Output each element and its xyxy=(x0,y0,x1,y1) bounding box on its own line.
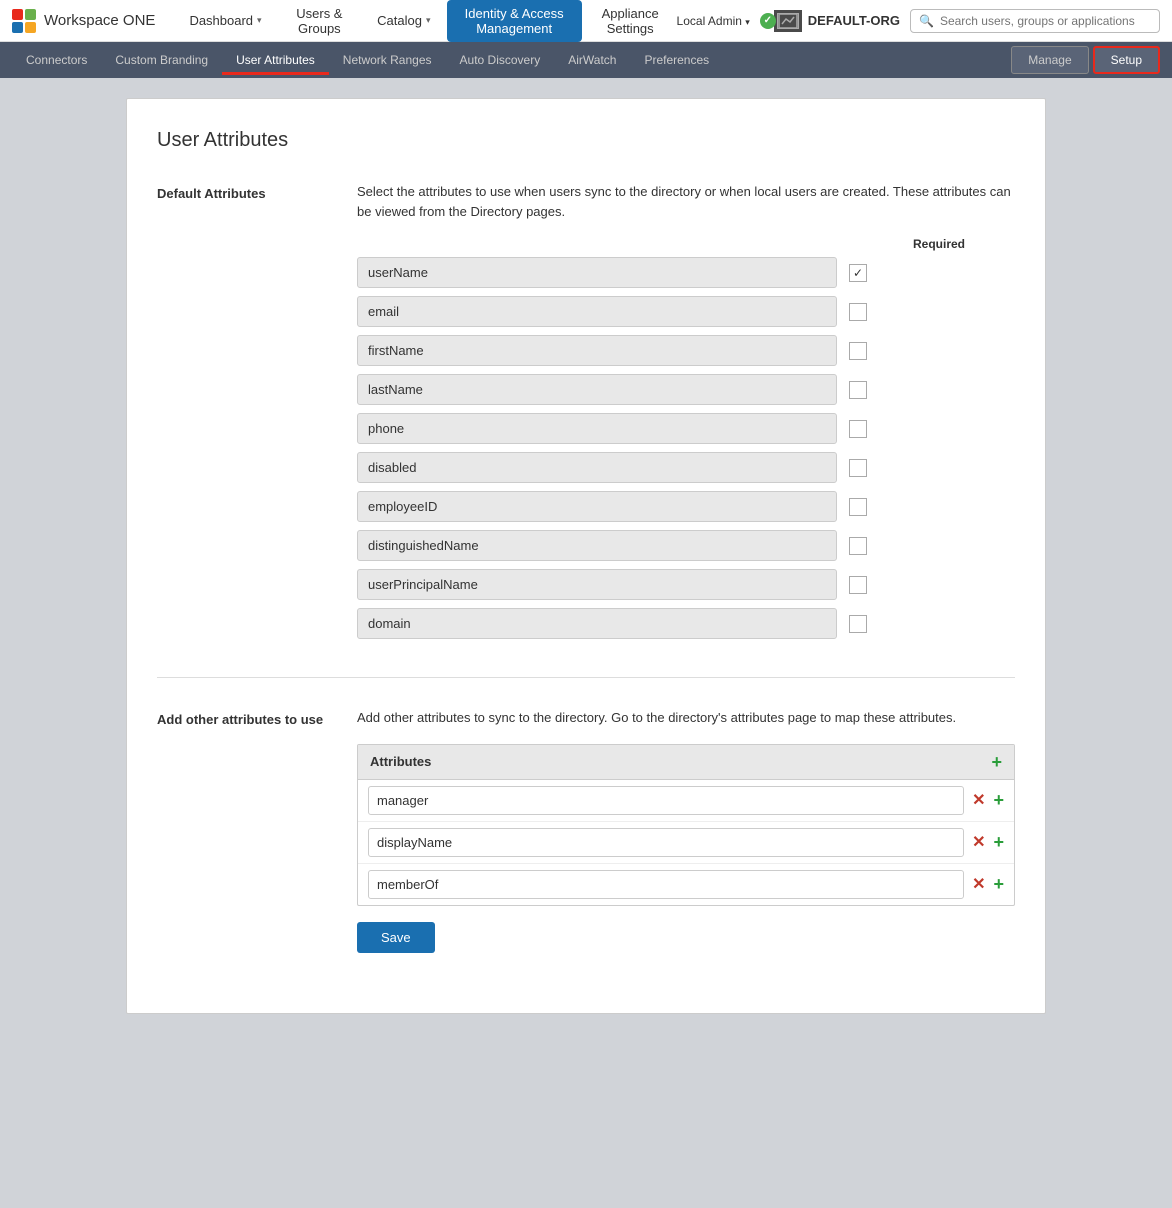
logo-sq-green xyxy=(25,9,36,20)
nav-catalog[interactable]: Catalog ▾ xyxy=(363,7,444,34)
attr-checkbox-disabled[interactable] xyxy=(849,459,867,477)
subnav-connectors[interactable]: Connectors xyxy=(12,45,101,75)
add-after-memberof-button[interactable]: + xyxy=(993,875,1004,893)
attr-input-firstname[interactable] xyxy=(357,335,837,366)
add-attributes-content: Add other attributes to sync to the dire… xyxy=(357,708,1015,953)
attr-checkbox-email[interactable] xyxy=(849,303,867,321)
attr-row-domain xyxy=(357,608,1015,639)
content-card: User Attributes Default Attributes Selec… xyxy=(126,98,1046,1014)
attr-row-phone xyxy=(357,413,1015,444)
attr-row-firstname xyxy=(357,335,1015,366)
default-attributes-desc: Select the attributes to use when users … xyxy=(357,182,1015,221)
attr-input-phone[interactable] xyxy=(357,413,837,444)
nav-appliance[interactable]: Appliance Settings xyxy=(584,0,677,42)
subnav-preferences[interactable]: Preferences xyxy=(630,45,723,75)
add-attributes-table: Attributes + ✕ + ✕ + xyxy=(357,744,1015,906)
add-attributes-desc: Add other attributes to sync to the dire… xyxy=(357,708,1015,728)
org-checkmark-icon: ✓ xyxy=(760,13,776,29)
required-header: Required xyxy=(913,237,965,251)
attr-row-disabled xyxy=(357,452,1015,483)
search-icon: 🔍 xyxy=(919,14,934,28)
default-attributes-content: Select the attributes to use when users … xyxy=(357,182,1015,647)
attr-checkbox-employeeid[interactable] xyxy=(849,498,867,516)
manage-button[interactable]: Manage xyxy=(1011,46,1088,74)
attr-input-email[interactable] xyxy=(357,296,837,327)
dashboard-arrow: ▾ xyxy=(257,15,262,26)
delete-manager-button[interactable]: ✕ xyxy=(972,790,985,810)
logo-sq-yellow xyxy=(25,22,36,33)
attr-row-distinguishedname xyxy=(357,530,1015,561)
default-attributes-section: Default Attributes Select the attributes… xyxy=(157,182,1015,647)
attr-row-username xyxy=(357,257,1015,288)
attr-header: Required xyxy=(357,237,1015,251)
nav-dashboard[interactable]: Dashboard ▾ xyxy=(175,7,275,34)
subnav-auto-discovery[interactable]: Auto Discovery xyxy=(446,45,555,75)
admin-arrow: ▾ xyxy=(745,17,750,27)
attr-input-distinguishedname[interactable] xyxy=(357,530,837,561)
attr-checkbox-firstname[interactable] xyxy=(849,342,867,360)
attr-input-disabled[interactable] xyxy=(357,452,837,483)
page-title: User Attributes xyxy=(157,129,1015,152)
attr-row-email xyxy=(357,296,1015,327)
attr-checkbox-phone[interactable] xyxy=(849,420,867,438)
add-attr-table-header: Attributes + xyxy=(358,745,1014,780)
add-attr-input-manager[interactable] xyxy=(368,786,964,815)
main-nav: Dashboard ▾ Users & Groups Catalog ▾ Ide… xyxy=(175,0,676,42)
attr-input-username[interactable] xyxy=(357,257,837,288)
add-attribute-header-button[interactable]: + xyxy=(991,753,1002,771)
add-attr-input-memberof[interactable] xyxy=(368,870,964,899)
attr-input-domain[interactable] xyxy=(357,608,837,639)
attributes-column-label: Attributes xyxy=(370,754,431,769)
admin-link[interactable]: Local Admin ▾ xyxy=(677,14,750,28)
delete-memberof-button[interactable]: ✕ xyxy=(972,874,985,894)
logo-icon xyxy=(12,9,36,33)
default-attributes-label: Default Attributes xyxy=(157,182,327,647)
nav-identity-access[interactable]: Identity & Access Management xyxy=(447,0,582,42)
add-after-displayname-button[interactable]: + xyxy=(993,833,1004,851)
attr-row-lastname xyxy=(357,374,1015,405)
attr-checkbox-userprincipalname[interactable] xyxy=(849,576,867,594)
subnav-right-buttons: Manage Setup xyxy=(1011,46,1160,74)
attr-row-employeeid xyxy=(357,491,1015,522)
top-bar: Workspace ONE Dashboard ▾ Users & Groups… xyxy=(0,0,1172,42)
save-button[interactable]: Save xyxy=(357,922,435,953)
app-title: Workspace ONE xyxy=(44,12,155,29)
add-attr-row-manager: ✕ + xyxy=(358,780,1014,822)
nav-users-groups[interactable]: Users & Groups xyxy=(278,0,362,42)
catalog-arrow: ▾ xyxy=(426,15,431,26)
logo-area: Workspace ONE xyxy=(12,9,155,33)
attr-input-employeeid[interactable] xyxy=(357,491,837,522)
add-attributes-section: Add other attributes to use Add other at… xyxy=(157,708,1015,953)
attr-row-userprincipalname xyxy=(357,569,1015,600)
attr-checkbox-distinguishedname[interactable] xyxy=(849,537,867,555)
add-attr-row-memberof: ✕ + xyxy=(358,864,1014,905)
org-name: DEFAULT-ORG xyxy=(808,13,900,28)
add-attributes-label: Add other attributes to use xyxy=(157,708,327,953)
main-wrapper: User Attributes Default Attributes Selec… xyxy=(0,78,1172,1034)
add-attr-input-displayname[interactable] xyxy=(368,828,964,857)
delete-displayname-button[interactable]: ✕ xyxy=(972,832,985,852)
sub-nav: Connectors Custom Branding User Attribut… xyxy=(0,42,1172,78)
search-input[interactable] xyxy=(940,14,1151,28)
add-attr-row-displayname: ✕ + xyxy=(358,822,1014,864)
org-badge: ✓ DEFAULT-ORG xyxy=(760,10,900,32)
subnav-user-attributes[interactable]: User Attributes xyxy=(222,45,329,75)
logo-sq-red xyxy=(12,9,23,20)
subnav-custom-branding[interactable]: Custom Branding xyxy=(101,45,222,75)
admin-area: Local Admin ▾ xyxy=(677,14,750,28)
subnav-airwatch[interactable]: AirWatch xyxy=(554,45,630,75)
search-box[interactable]: 🔍 xyxy=(910,9,1160,33)
logo-sq-blue xyxy=(12,22,23,33)
attr-checkbox-lastname[interactable] xyxy=(849,381,867,399)
attr-input-lastname[interactable] xyxy=(357,374,837,405)
attr-checkbox-username[interactable] xyxy=(849,264,867,282)
attr-checkbox-domain[interactable] xyxy=(849,615,867,633)
section-divider xyxy=(157,677,1015,678)
subnav-network-ranges[interactable]: Network Ranges xyxy=(329,45,446,75)
add-after-manager-button[interactable]: + xyxy=(993,791,1004,809)
org-chart-icon xyxy=(774,10,802,32)
setup-button[interactable]: Setup xyxy=(1093,46,1160,74)
attr-input-userprincipalname[interactable] xyxy=(357,569,837,600)
